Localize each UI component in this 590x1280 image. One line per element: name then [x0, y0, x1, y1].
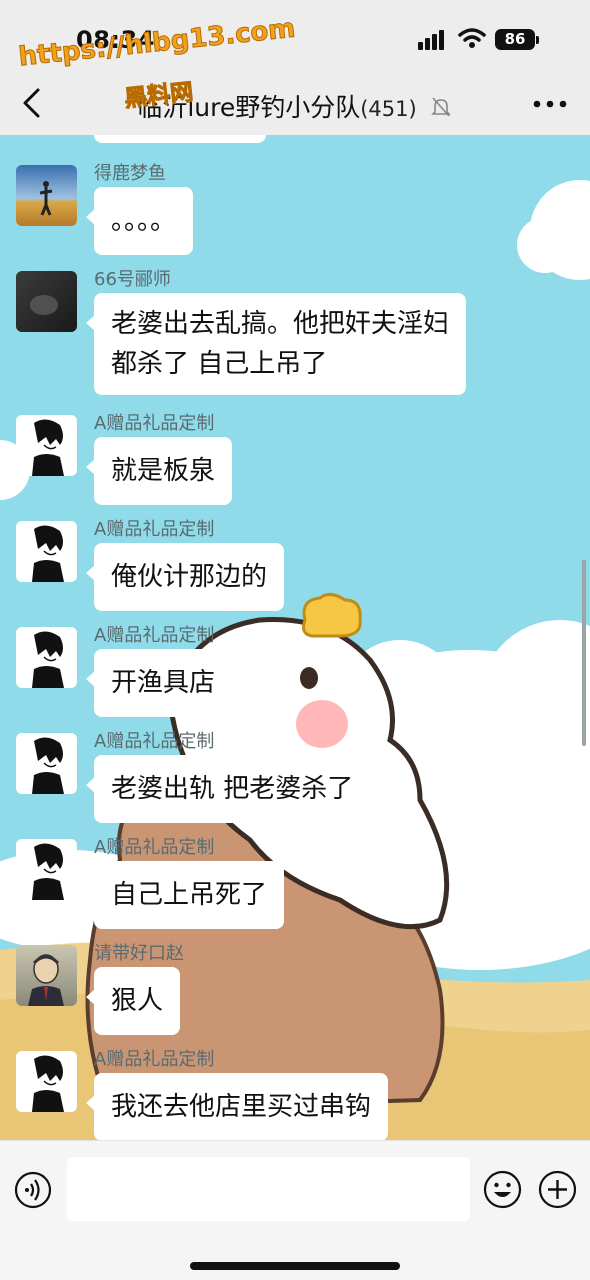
sender-avatar[interactable] — [16, 415, 77, 476]
message-bubble[interactable]: 老婆出轨 把老婆杀了 — [85, 755, 371, 823]
message-bubble[interactable]: 。。。。 — [85, 187, 194, 255]
sender-avatar[interactable] — [16, 1051, 77, 1112]
message-bubble[interactable]: 俺伙计那边的 — [85, 543, 285, 611]
message-bubble[interactable]: 开渔具店 — [85, 649, 233, 717]
muted-bell-icon — [430, 97, 451, 117]
sender-name: 66号郦师 — [94, 269, 171, 290]
voice-input-icon[interactable] — [14, 1171, 52, 1209]
sender-name: A赠品礼品定制 — [94, 519, 215, 540]
sender-name: A赠品礼品定制 — [94, 1049, 215, 1070]
input-bar — [0, 1140, 590, 1280]
message-line: 都杀了 自己上吊了 — [111, 349, 328, 379]
battery-tip — [536, 36, 539, 44]
battery-indicator: 86 — [495, 29, 535, 50]
sender-name: A赠品礼品定制 — [94, 625, 215, 646]
message-bubble[interactable]: 就是板泉 — [85, 437, 233, 505]
sender-name: 请带好口赵 — [94, 943, 184, 964]
message-bubble[interactable]: 狠人 — [85, 967, 181, 1035]
message-input[interactable] — [67, 1157, 470, 1221]
message-bubble[interactable]: 我还去他店里买过串钩 — [85, 1073, 389, 1140]
scrollbar[interactable] — [582, 560, 586, 746]
add-attachment-icon[interactable] — [538, 1170, 577, 1209]
sender-avatar[interactable] — [16, 733, 77, 794]
emoji-icon[interactable] — [483, 1170, 522, 1209]
more-options-icon[interactable] — [530, 92, 570, 116]
sender-name: A赠品礼品定制 — [94, 413, 215, 434]
sender-avatar[interactable] — [16, 627, 77, 688]
message-bubble[interactable]: 自己上吊死了 — [85, 861, 285, 929]
message-bubble[interactable]: 老婆出去乱搞。他把奸夫淫妇 都杀了 自己上吊了 — [85, 293, 467, 395]
chat-title: 临沂lure野钓小分队(451) — [0, 88, 590, 124]
watermark-site-name: 黑料网 — [123, 79, 195, 113]
sender-name: 得鹿梦鱼 — [94, 163, 166, 184]
sender-avatar[interactable] — [16, 839, 77, 900]
message-list[interactable]: 得鹿梦鱼 。。。。 66号郦师 老婆出去乱搞。他把奸夫淫妇 都杀了 自己上吊了 … — [0, 135, 590, 1140]
member-count: (451) — [360, 97, 417, 121]
sender-avatar[interactable] — [16, 271, 77, 332]
sender-avatar[interactable] — [16, 521, 77, 582]
sender-avatar[interactable] — [16, 165, 77, 226]
sender-name: A赠品礼品定制 — [94, 837, 215, 858]
home-indicator — [190, 1262, 400, 1270]
wifi-icon — [458, 28, 486, 48]
partial-message-bubble — [94, 135, 266, 143]
sender-avatar[interactable] — [16, 945, 77, 1006]
sender-name: A赠品礼品定制 — [94, 731, 215, 752]
top-bar: 08:34 86 临沂lure野钓小分队(451) — [0, 0, 590, 135]
message-line: 老婆出去乱搞。他把奸夫淫妇 — [111, 309, 450, 339]
signal-icon — [418, 30, 450, 50]
